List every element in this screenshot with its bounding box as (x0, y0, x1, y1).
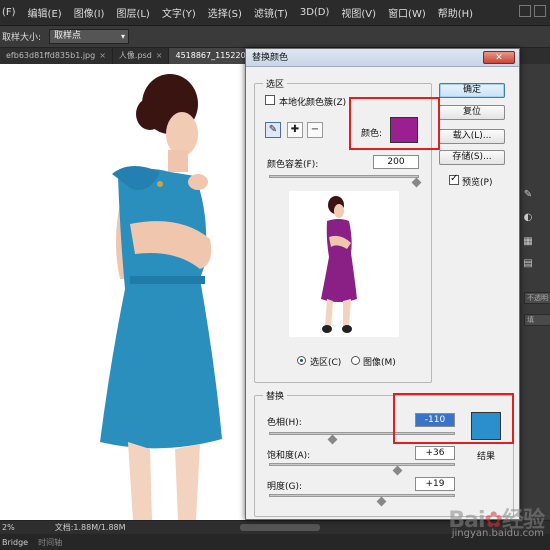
menu-select[interactable]: 选择(S) (208, 5, 242, 20)
lightness-input[interactable]: +19 (415, 477, 455, 491)
fuzziness-input[interactable]: 200 (373, 155, 419, 169)
ok-button[interactable]: 确定 (439, 83, 505, 98)
grid-icon[interactable]: ▦ (522, 236, 534, 248)
menu-help[interactable]: 帮助(H) (438, 5, 473, 20)
opacity-field[interactable]: 不透明 (524, 292, 550, 304)
doc-tab-label: efb63d81ffd835b1.jpg (6, 51, 96, 60)
options-bar: 取样大小: 取样点 (0, 26, 550, 48)
fuzziness-label: 颜色容差(F): (267, 160, 319, 170)
model-photo (100, 74, 222, 520)
replacement-group-title: 替换 (263, 389, 288, 402)
fuzziness-slider-thumb[interactable] (411, 177, 422, 188)
layers-icon[interactable]: ▤ (522, 258, 534, 270)
close-icon[interactable]: × (99, 48, 106, 64)
menu-filter[interactable]: 滤镜(T) (254, 5, 288, 20)
maximize-button[interactable] (534, 5, 546, 17)
minimize-button[interactable] (519, 5, 531, 17)
result-label: 结果 (477, 452, 496, 462)
eyedropper-minus-icon[interactable]: − (307, 122, 323, 138)
adjust-icon[interactable]: ◐ (522, 212, 534, 224)
saturation-slider[interactable] (269, 463, 455, 476)
color-highlight-box (349, 97, 440, 150)
reset-button[interactable]: 复位 (439, 105, 505, 120)
menu-view[interactable]: 视图(V) (341, 5, 376, 20)
menu-type[interactable]: 文字(Y) (162, 5, 196, 20)
selection-group-title: 选区 (263, 77, 288, 90)
radio-selection-label: 选区(C) (310, 358, 342, 368)
menu-window[interactable]: 窗口(W) (388, 5, 426, 20)
close-button[interactable]: ✕ (483, 51, 515, 64)
radio-image[interactable] (351, 356, 360, 365)
zoom-level[interactable]: 2% (2, 523, 15, 532)
brush-icon[interactable]: ✎ (522, 189, 534, 201)
saturation-label: 饱和度(A): (267, 451, 311, 461)
right-panel-strip: ✎ ◐ ▦ ▤ 不透明 填 (515, 64, 550, 520)
timeline-tab[interactable]: 时间轴 (38, 537, 70, 548)
fill-field[interactable]: 填 (524, 314, 550, 326)
selection-preview[interactable] (289, 191, 399, 337)
horizontal-scrollbar[interactable] (240, 524, 320, 531)
close-icon[interactable]: × (156, 48, 163, 64)
lightness-slider[interactable] (269, 494, 455, 507)
bridge-tab[interactable]: Bridge (2, 538, 36, 547)
preview-label: 预览(P) (462, 178, 493, 188)
fuzziness-slider[interactable] (269, 175, 422, 188)
menu-bar: (F) 编辑(E) 图像(I) 图层(L) 文字(Y) 选择(S) 滤镜(T) … (0, 0, 550, 26)
radio-selection[interactable] (297, 356, 306, 365)
doc-tab-3[interactable]: 4518867_115220 (169, 48, 253, 64)
load-button[interactable]: 载入(L)... (439, 129, 505, 144)
eyedropper-icon[interactable]: ✎ (265, 122, 281, 138)
sample-size-label: 取样大小: (2, 33, 42, 43)
doc-tab-2[interactable]: 人像.psd × (113, 48, 170, 64)
doc-tab-1[interactable]: efb63d81ffd835b1.jpg × (0, 48, 113, 64)
save-button[interactable]: 存储(S)... (439, 150, 505, 165)
saturation-input[interactable]: +36 (415, 446, 455, 460)
replacement-highlight-box (393, 393, 514, 444)
dialog-title: 替换颜色 (252, 53, 289, 63)
watermark-url: jingyan.baidu.com (451, 528, 544, 539)
sample-size-select[interactable]: 取样点 (49, 29, 130, 44)
localized-clusters-label: 本地化颜色簇(Z) (279, 98, 347, 108)
localized-clusters-checkbox[interactable] (265, 95, 275, 105)
preview-figure (321, 196, 357, 333)
menu-layer[interactable]: 图层(L) (116, 5, 149, 20)
doc-info: 文档:1.88M/1.88M (54, 523, 126, 532)
lightness-label: 明度(G): (267, 482, 303, 492)
doc-tab-label: 人像.psd (118, 51, 152, 60)
menu-file[interactable]: (F) (2, 7, 16, 18)
menu-image[interactable]: 图像(I) (74, 5, 105, 20)
lightness-slider-thumb[interactable] (376, 496, 387, 507)
hue-slider-thumb[interactable] (327, 434, 338, 445)
dialog-titlebar[interactable]: 替换颜色 ✕ (246, 49, 519, 67)
radio-image-label: 图像(M) (363, 358, 396, 368)
preview-checkbox[interactable] (449, 173, 459, 185)
menu-3d[interactable]: 3D(D) (300, 7, 330, 18)
window-controls (519, 5, 546, 17)
saturation-slider-thumb[interactable] (392, 465, 403, 476)
hue-label: 色相(H): (267, 418, 302, 428)
eyedropper-plus-icon[interactable]: ✚ (287, 122, 303, 138)
doc-tab-label: 4518867_115220 (175, 51, 246, 60)
menu-edit[interactable]: 编辑(E) (28, 5, 62, 20)
